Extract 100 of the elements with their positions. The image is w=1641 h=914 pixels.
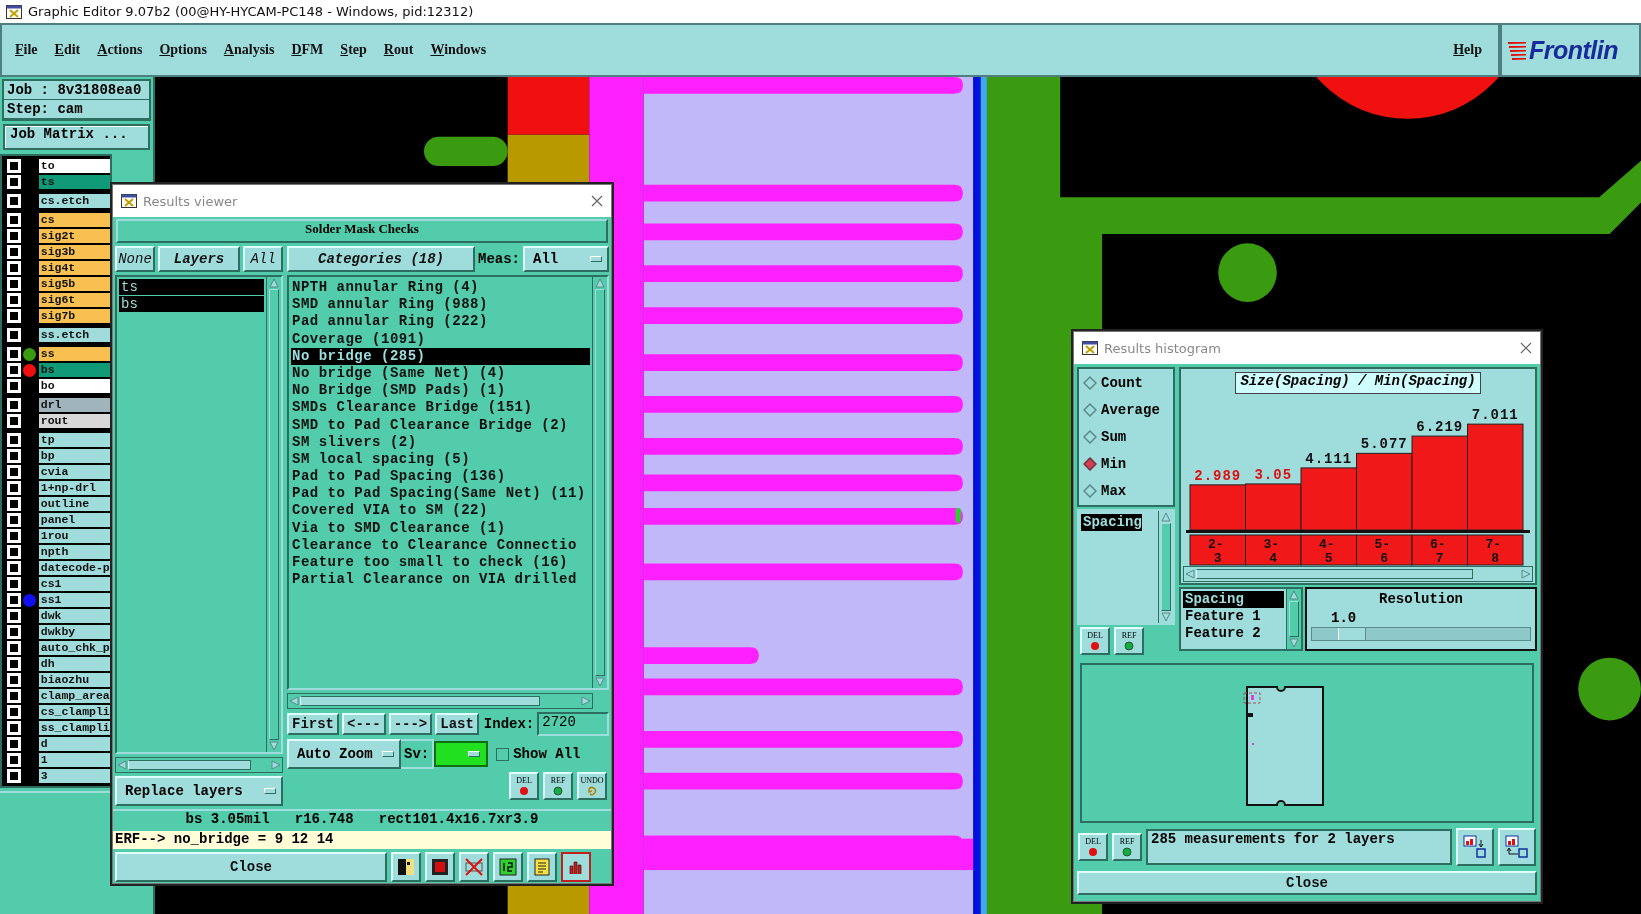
layer-checkbox[interactable] bbox=[7, 673, 21, 687]
category-item[interactable]: Feature too small to check (16) bbox=[291, 554, 590, 572]
category-item[interactable]: Pad annular Ring (222) bbox=[291, 313, 590, 331]
menu-item[interactable]: Options bbox=[159, 42, 207, 58]
index-field[interactable]: 2720 bbox=[537, 712, 609, 736]
export-button[interactable] bbox=[1456, 828, 1494, 866]
layer-name[interactable]: biaozhu bbox=[38, 673, 110, 687]
layer-name[interactable]: bo bbox=[38, 379, 110, 393]
layer-name[interactable]: sig5b bbox=[38, 277, 110, 291]
layer-checkbox[interactable] bbox=[7, 213, 21, 227]
layer-name[interactable]: 1 bbox=[38, 753, 110, 767]
layer-checkbox[interactable] bbox=[7, 379, 21, 393]
layer-name[interactable]: cs_clampli bbox=[38, 705, 110, 719]
category-item[interactable]: Clearance to Clearance Connectio bbox=[291, 536, 590, 554]
layer-name[interactable]: sig3b bbox=[38, 245, 110, 259]
layer-name[interactable]: bp bbox=[38, 449, 110, 463]
meas-dropdown[interactable]: All bbox=[523, 246, 609, 272]
layer-checkbox[interactable] bbox=[7, 529, 21, 543]
layer-name[interactable]: datecode-p bbox=[38, 561, 110, 575]
category-item[interactable]: Pad to Pad Spacing (136) bbox=[291, 468, 590, 486]
horizontal-scrollbar[interactable] bbox=[287, 693, 593, 709]
list-item[interactable]: Spacing bbox=[1081, 514, 1142, 531]
layer-name[interactable]: sig4t bbox=[38, 261, 110, 275]
layer-name[interactable]: d bbox=[38, 737, 110, 751]
layer-name[interactable]: rout bbox=[38, 414, 110, 428]
layer-checkbox[interactable] bbox=[7, 481, 21, 495]
layer-checkbox[interactable] bbox=[7, 245, 21, 259]
layer-checkbox[interactable] bbox=[7, 737, 21, 751]
category-item[interactable]: Pad to Pad Spacing(Same Net) (11) bbox=[291, 485, 590, 503]
layer-name[interactable]: 1+np-drl bbox=[38, 481, 110, 495]
close-button[interactable]: Close bbox=[1077, 871, 1537, 895]
category-item[interactable]: NPTH annular Ring (4) bbox=[291, 279, 590, 297]
layer-checkbox[interactable] bbox=[7, 641, 21, 655]
layer-name[interactable]: sig7b bbox=[38, 309, 110, 323]
layer-checkbox[interactable] bbox=[7, 465, 21, 479]
delete-button[interactable]: DEL bbox=[509, 772, 539, 800]
layer-name[interactable]: sig2t bbox=[38, 229, 110, 243]
radio-button[interactable] bbox=[1083, 457, 1097, 472]
radio-button[interactable] bbox=[1083, 375, 1097, 390]
list-item[interactable]: bs bbox=[119, 296, 264, 312]
category-item[interactable]: No bridge (Same Net) (4) bbox=[291, 364, 590, 383]
layer-name[interactable]: cvia bbox=[38, 465, 110, 479]
category-item[interactable]: SM slivers (2) bbox=[291, 433, 590, 451]
layer-checkbox[interactable] bbox=[7, 328, 21, 342]
radio-button[interactable] bbox=[1083, 429, 1097, 444]
category-item[interactable]: Partial Clearance on VIA drilled bbox=[291, 571, 590, 589]
layer-checkbox[interactable] bbox=[7, 577, 21, 591]
menu-item[interactable]: File bbox=[15, 42, 38, 58]
menu-item[interactable]: Edit bbox=[54, 42, 81, 58]
layer-checkbox[interactable] bbox=[7, 293, 21, 307]
layer-name[interactable]: sig6t bbox=[38, 293, 110, 307]
layer-checkbox[interactable] bbox=[7, 497, 21, 511]
layer-checkbox[interactable] bbox=[7, 545, 21, 559]
layer-checkbox[interactable] bbox=[7, 433, 21, 447]
layer-name[interactable]: cs1 bbox=[38, 577, 110, 591]
layer-checkbox[interactable] bbox=[7, 721, 21, 735]
layer-name[interactable]: cs bbox=[38, 213, 110, 227]
categories-tab[interactable]: Categories (18) bbox=[287, 246, 475, 272]
layer-name[interactable]: drl bbox=[38, 398, 110, 412]
category-item[interactable]: Covered VIA to SM (22) bbox=[291, 502, 590, 520]
layer-name[interactable]: 3 bbox=[38, 769, 110, 783]
layer-checkbox[interactable] bbox=[7, 593, 21, 607]
layer-name[interactable]: ss bbox=[38, 347, 110, 361]
category-item[interactable]: SM local spacing (5) bbox=[291, 450, 590, 469]
menu-item[interactable]: Windows bbox=[430, 42, 487, 58]
layer-checkbox[interactable] bbox=[7, 277, 21, 291]
layer-name[interactable]: outline bbox=[38, 497, 110, 511]
menu-item[interactable]: Step bbox=[340, 42, 367, 58]
layer-checkbox[interactable] bbox=[7, 347, 21, 361]
horizontal-scrollbar[interactable] bbox=[1183, 566, 1533, 582]
category-item[interactable]: No Bridge (SMD Pads) (1) bbox=[291, 382, 590, 400]
layer-checkbox[interactable] bbox=[7, 194, 21, 208]
category-item[interactable]: No bridge (285) bbox=[291, 347, 590, 365]
menu-item[interactable]: Actions bbox=[97, 42, 143, 58]
layer-checkbox[interactable] bbox=[7, 261, 21, 275]
replace-layers-dropdown[interactable]: Replace layers bbox=[115, 776, 283, 806]
layer-name[interactable]: ss_clampli bbox=[38, 721, 110, 735]
layer-checkbox[interactable] bbox=[7, 561, 21, 575]
layer-checkbox[interactable] bbox=[7, 769, 21, 783]
menu-item[interactable]: Rout bbox=[383, 42, 414, 58]
zoom-mode-dropdown[interactable]: Auto Zoom bbox=[287, 739, 401, 769]
layer-name[interactable]: npth bbox=[38, 545, 110, 559]
slider-track[interactable] bbox=[1311, 627, 1531, 641]
radio-button[interactable] bbox=[1083, 484, 1097, 499]
layer-name[interactable]: auto_chk_p bbox=[38, 641, 110, 655]
category-item[interactable]: SMD annular Ring (988) bbox=[291, 296, 590, 314]
category-item[interactable]: Coverage (1091) bbox=[291, 330, 590, 348]
layer-name[interactable]: ss1 bbox=[38, 593, 110, 607]
layer-checkbox[interactable] bbox=[7, 175, 21, 189]
layer-name[interactable]: dwk bbox=[38, 609, 110, 623]
close-icon[interactable] bbox=[1520, 342, 1532, 354]
layer-name[interactable]: to bbox=[38, 159, 110, 173]
layer-checkbox[interactable] bbox=[7, 363, 21, 377]
layer-checkbox[interactable] bbox=[7, 159, 21, 173]
layer-checkbox[interactable] bbox=[7, 398, 21, 412]
menu-item[interactable]: Analysis bbox=[223, 42, 275, 58]
layer-name[interactable]: ss.etch bbox=[38, 328, 110, 342]
select-button[interactable]: None bbox=[115, 246, 155, 272]
delete-button[interactable]: DEL bbox=[1080, 627, 1110, 655]
layer-name[interactable]: cs.etch bbox=[38, 194, 110, 208]
